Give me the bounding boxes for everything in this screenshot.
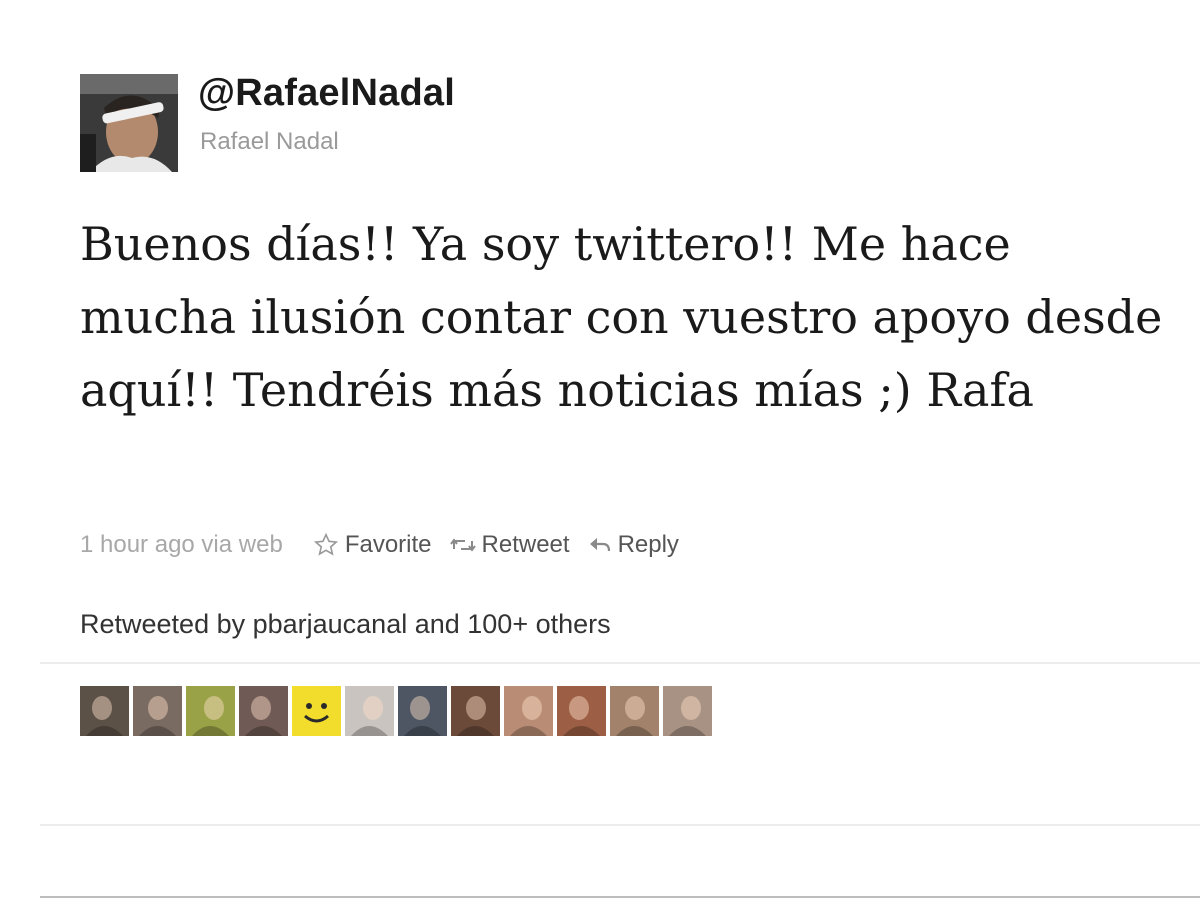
divider — [40, 824, 1200, 826]
user-handle[interactable]: @RafaelNadal — [198, 72, 455, 115]
retweeter-avatar-icon[interactable] — [398, 686, 447, 736]
reply-label: Reply — [617, 531, 679, 558]
retweeter-avatar-icon[interactable] — [133, 686, 182, 736]
reply-button[interactable]: Reply — [588, 531, 679, 559]
retweet-icon — [449, 538, 476, 552]
reply-arrow-icon — [589, 538, 610, 552]
user-full-name: Rafael Nadal — [200, 128, 339, 155]
retweeted-by-summary[interactable]: Retweeted by pbarjaucanal and 100+ other… — [80, 609, 611, 640]
star-icon — [313, 532, 338, 556]
divider — [40, 662, 1200, 664]
tweet-text: Buenos días!! Ya soy twittero!! Me hace … — [80, 217, 1163, 417]
favorite-label: Favorite — [344, 531, 432, 558]
retweeter-avatars — [80, 686, 712, 736]
retweeter-avatar-icon[interactable] — [504, 686, 553, 736]
tweet-meta: 1 hour ago via web Favorite Retweet Repl… — [80, 528, 697, 562]
smiley-avatar-icon[interactable] — [292, 686, 341, 736]
tweet-timestamp[interactable]: 1 hour ago via web — [80, 531, 283, 559]
retweeter-avatar-icon[interactable] — [610, 686, 659, 736]
retweeter-avatar-icon[interactable] — [186, 686, 235, 736]
retweeter-avatar-icon[interactable] — [663, 686, 712, 736]
retweet-label: Retweet — [481, 531, 570, 558]
retweeter-avatar-icon[interactable] — [80, 686, 129, 736]
profile-avatar[interactable] — [80, 74, 178, 172]
retweeter-avatar-icon[interactable] — [451, 686, 500, 736]
retweet-button[interactable]: Retweet — [449, 531, 570, 559]
retweeter-avatar-icon[interactable] — [557, 686, 606, 736]
tweet-page: @RafaelNadal Rafael Nadal Buenos días!! … — [0, 0, 1200, 900]
retweeter-avatar-icon[interactable] — [345, 686, 394, 736]
divider — [40, 896, 1200, 898]
retweeter-avatar-icon[interactable] — [239, 686, 288, 736]
profile-photo-icon — [80, 74, 178, 172]
favorite-button[interactable]: Favorite — [313, 531, 432, 559]
